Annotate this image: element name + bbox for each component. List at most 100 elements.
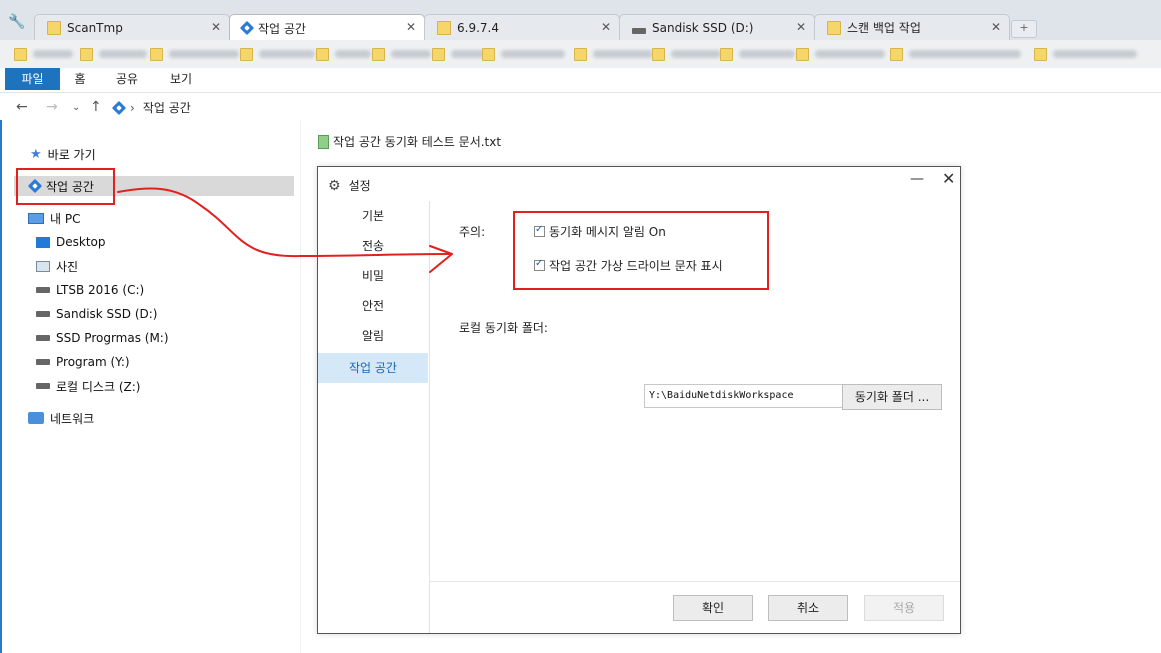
nav-item-drive-m[interactable]: SSD Progrmas (M:) bbox=[36, 328, 169, 348]
folder-icon bbox=[827, 20, 841, 35]
folder-icon bbox=[1034, 47, 1047, 61]
nav-item-quick-access[interactable]: ★ 바로 가기 bbox=[30, 144, 96, 164]
cancel-button[interactable]: 취소 bbox=[768, 595, 848, 621]
close-icon[interactable]: ✕ bbox=[991, 20, 1001, 34]
ribbon: 파일 홈 공유 보기 bbox=[0, 68, 1161, 93]
choose-sync-folder-button[interactable]: 동기화 폴더 ... bbox=[842, 384, 942, 410]
bookmark-bar bbox=[0, 40, 1161, 69]
tab-label: 작업 공간 bbox=[258, 21, 306, 36]
nav-item-this-pc[interactable]: 내 PC bbox=[28, 208, 80, 228]
bookmark-item[interactable] bbox=[482, 47, 565, 61]
local-sync-folder-label: 로컬 동기화 폴더: bbox=[459, 321, 548, 335]
nav-item-pictures[interactable]: 사진 bbox=[36, 256, 78, 276]
close-icon[interactable]: ✕ bbox=[601, 20, 611, 34]
folder-icon bbox=[720, 47, 733, 61]
tab-6974[interactable]: 6.9.7.4 ✕ bbox=[424, 14, 620, 40]
bookmark-item[interactable] bbox=[574, 47, 653, 61]
network-icon bbox=[28, 412, 44, 424]
ribbon-tab-share[interactable]: 공유 bbox=[112, 68, 142, 90]
workspace-icon bbox=[239, 20, 255, 36]
folder-icon bbox=[240, 47, 253, 61]
nav-item-desktop[interactable]: Desktop bbox=[36, 232, 106, 252]
text-file-icon bbox=[318, 134, 329, 149]
tab-scan-backup[interactable]: 스캔 백업 작업 ✕ bbox=[814, 14, 1010, 40]
folder-icon bbox=[14, 47, 27, 61]
annotation-highlight-box bbox=[513, 211, 769, 290]
bookmark-item[interactable] bbox=[80, 47, 147, 61]
annotation-highlight-box bbox=[16, 168, 115, 205]
chevron-down-icon[interactable]: ⌄ bbox=[72, 102, 80, 113]
folder-icon bbox=[482, 47, 495, 61]
bookmark-item[interactable] bbox=[316, 47, 371, 61]
dialog-nav-basic[interactable]: 기본 bbox=[318, 201, 428, 231]
notice-label: 주의: bbox=[459, 225, 486, 239]
apply-button[interactable]: 적용 bbox=[864, 595, 944, 621]
bookmark-item[interactable] bbox=[240, 47, 315, 61]
ribbon-tab-file[interactable]: 파일 bbox=[5, 68, 60, 90]
folder-icon bbox=[316, 47, 329, 61]
drive-icon bbox=[632, 27, 646, 34]
ribbon-tab-view[interactable]: 보기 bbox=[166, 68, 196, 90]
folder-icon bbox=[372, 47, 385, 61]
drive-icon bbox=[36, 335, 50, 341]
dialog-nav-notification[interactable]: 알림 bbox=[318, 321, 428, 351]
nav-item-network[interactable]: 네트워크 bbox=[28, 408, 94, 428]
ok-button[interactable]: 확인 bbox=[673, 595, 753, 621]
dialog-nav-workspace[interactable]: 작업 공간 bbox=[318, 353, 428, 383]
drive-icon bbox=[36, 287, 50, 293]
dialog-footer-divider bbox=[429, 581, 960, 582]
bookmark-item[interactable] bbox=[150, 47, 239, 61]
minimize-icon[interactable]: — bbox=[910, 171, 924, 187]
tab-label: 6.9.7.4 bbox=[457, 20, 499, 35]
breadcrumb[interactable]: › 작업 공간 bbox=[111, 99, 191, 116]
bookmark-item[interactable] bbox=[1034, 47, 1137, 61]
bookmark-item[interactable] bbox=[796, 47, 885, 61]
forward-icon[interactable]: → bbox=[46, 99, 58, 115]
nav-item-drive-d[interactable]: Sandisk SSD (D:) bbox=[36, 304, 157, 324]
close-icon[interactable]: ✕ bbox=[796, 20, 806, 34]
wrench-icon[interactable]: 🔧 bbox=[8, 14, 25, 30]
drive-icon bbox=[36, 311, 50, 317]
folder-icon bbox=[80, 47, 93, 61]
folder-icon bbox=[890, 47, 903, 61]
folder-icon bbox=[150, 47, 163, 61]
dialog-title: 설정 bbox=[348, 179, 371, 193]
back-icon[interactable]: ← bbox=[16, 99, 28, 115]
bookmark-item[interactable] bbox=[720, 47, 795, 61]
bookmark-item[interactable] bbox=[890, 47, 1021, 61]
close-icon[interactable]: ✕ bbox=[406, 20, 416, 34]
computer-icon bbox=[28, 212, 44, 224]
workspace-icon bbox=[111, 100, 127, 115]
folder-icon bbox=[437, 20, 451, 35]
file-item[interactable]: 작업 공간 동기화 테스트 문서.txt bbox=[318, 133, 501, 150]
folder-icon bbox=[432, 47, 445, 61]
dialog-nav-security[interactable]: 안전 bbox=[318, 291, 428, 321]
gear-icon: ⚙ bbox=[328, 177, 341, 194]
folder-icon bbox=[796, 47, 809, 61]
dialog-titlebar: ⚙ 설정 bbox=[328, 177, 371, 194]
new-tab-button[interactable]: + bbox=[1011, 20, 1037, 38]
bookmark-item[interactable] bbox=[432, 47, 485, 61]
close-icon[interactable]: ✕ bbox=[211, 20, 221, 34]
bookmark-item[interactable] bbox=[652, 47, 721, 61]
bookmark-item[interactable] bbox=[14, 47, 73, 61]
tab-scantmp[interactable]: ScanTmp ✕ bbox=[34, 14, 230, 40]
nav-item-drive-c[interactable]: LTSB 2016 (C:) bbox=[36, 280, 144, 300]
up-icon[interactable]: ↑ bbox=[90, 99, 102, 115]
desktop-icon bbox=[36, 236, 50, 248]
dialog-nav-transfer[interactable]: 전송 bbox=[318, 231, 428, 261]
tab-sandisk[interactable]: Sandisk SSD (D:) ✕ bbox=[619, 14, 815, 40]
bookmark-item[interactable] bbox=[372, 47, 431, 61]
nav-item-drive-z[interactable]: 로컬 디스크 (Z:) bbox=[36, 376, 140, 396]
window-edge bbox=[0, 120, 2, 653]
nav-item-drive-y[interactable]: Program (Y:) bbox=[36, 352, 130, 372]
close-icon[interactable]: ✕ bbox=[942, 169, 955, 188]
dialog-nav-secret[interactable]: 비밀 bbox=[318, 261, 428, 291]
star-icon: ★ bbox=[30, 146, 42, 162]
tab-strip: 🔧 ScanTmp ✕ 작업 공간 ✕ 6.9.7.4 ✕ Sandisk SS… bbox=[0, 0, 1161, 41]
drive-icon bbox=[36, 359, 50, 365]
breadcrumb-item[interactable]: 작업 공간 bbox=[143, 99, 191, 116]
tab-label: ScanTmp bbox=[67, 20, 123, 35]
tab-workspace[interactable]: 작업 공간 ✕ bbox=[229, 14, 425, 41]
ribbon-tab-home[interactable]: 홈 bbox=[68, 68, 92, 90]
